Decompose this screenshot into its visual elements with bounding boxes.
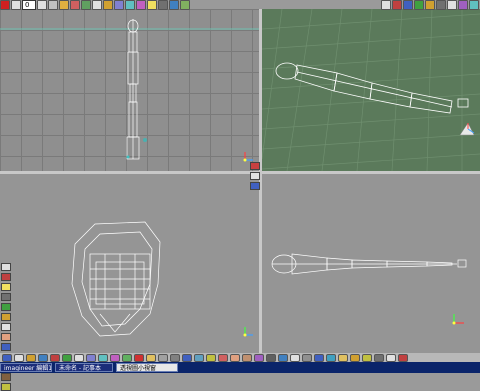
color-icon[interactable] <box>414 0 424 10</box>
taskbar-item-notepad[interactable]: 未命名 - 記事本 <box>55 363 113 372</box>
eye-icon[interactable] <box>92 0 102 10</box>
windows-taskbar: imagineer 編輯1 未命名 - 記事本 透視圖小視窗 <box>0 362 480 373</box>
wireframe-front-view <box>0 19 259 160</box>
open-icon[interactable] <box>26 353 36 362</box>
delete-icon[interactable] <box>134 353 144 362</box>
array-icon[interactable] <box>194 353 204 362</box>
viewport-side[interactable] <box>262 174 480 353</box>
snap-icon[interactable] <box>218 353 228 362</box>
layer-icon[interactable] <box>1 263 11 271</box>
fx-icon[interactable] <box>1 383 11 391</box>
link-icon[interactable] <box>158 353 168 362</box>
perspective-toolbar <box>381 0 480 10</box>
move-icon[interactable] <box>114 0 124 10</box>
camera-icon[interactable] <box>158 0 168 10</box>
texture-icon[interactable] <box>1 313 11 321</box>
view-top-icon[interactable] <box>250 182 260 190</box>
wireframe-top-view <box>71 221 161 337</box>
web-icon[interactable] <box>326 353 336 362</box>
help-icon[interactable] <box>2 353 12 362</box>
view-front-icon[interactable] <box>250 172 260 180</box>
settings-icon[interactable] <box>302 353 312 362</box>
scale-icon[interactable] <box>110 353 120 362</box>
skin-icon[interactable] <box>1 333 11 341</box>
redo-icon[interactable] <box>62 353 72 362</box>
new-icon[interactable] <box>14 353 24 362</box>
undo-icon[interactable] <box>50 353 60 362</box>
record-icon[interactable] <box>0 0 10 10</box>
paint-icon[interactable] <box>254 353 264 362</box>
axis-gizmo-icon[interactable] <box>241 324 255 343</box>
sculpt-icon[interactable] <box>266 353 276 362</box>
pan-icon[interactable] <box>458 0 468 10</box>
bottom-toolbar <box>0 353 480 362</box>
axis-gizmo-icon[interactable] <box>458 121 476 141</box>
stop-icon[interactable] <box>11 0 21 10</box>
frame-field[interactable]: 0 <box>22 0 36 10</box>
viewport-divider-horizontal[interactable] <box>0 171 480 174</box>
light-icon[interactable] <box>147 0 157 10</box>
taskbar-item-preview-window[interactable]: 透視圖小視窗 <box>116 363 178 372</box>
key-icon[interactable] <box>59 0 69 10</box>
rotate-icon[interactable] <box>98 353 108 362</box>
center-view-controls <box>250 162 260 190</box>
render-icon[interactable] <box>278 353 288 362</box>
info-icon[interactable] <box>314 353 324 362</box>
wireframe-perspective-view <box>262 9 480 171</box>
play-icon[interactable] <box>37 0 47 10</box>
select-icon[interactable] <box>74 353 84 362</box>
save-icon[interactable] <box>38 353 48 362</box>
hair-icon[interactable] <box>1 373 11 381</box>
cam-icon[interactable] <box>436 0 446 10</box>
light-icon[interactable] <box>1 283 11 291</box>
tex-icon[interactable] <box>425 0 435 10</box>
exit-icon[interactable] <box>398 353 408 362</box>
layers-icon[interactable] <box>180 0 190 10</box>
render-icon[interactable] <box>381 0 391 10</box>
viewport-top[interactable] <box>0 174 259 353</box>
pencil-icon[interactable] <box>103 0 113 10</box>
viewport-front[interactable] <box>0 9 259 171</box>
scale-icon[interactable] <box>136 0 146 10</box>
group-icon[interactable] <box>146 353 156 362</box>
top-toolbar: 0 <box>0 0 190 10</box>
preview-icon[interactable] <box>290 353 300 362</box>
mirror-icon[interactable] <box>182 353 192 362</box>
move-icon[interactable] <box>86 353 96 362</box>
wireframe-side-view <box>271 253 467 275</box>
folder-icon[interactable] <box>350 353 360 362</box>
orbit-icon[interactable] <box>469 0 479 10</box>
shade-icon[interactable] <box>392 0 402 10</box>
lock-icon[interactable] <box>362 353 372 362</box>
view-swap-icon[interactable] <box>250 162 260 170</box>
magnet-icon[interactable] <box>70 0 80 10</box>
morph-icon[interactable] <box>1 343 11 351</box>
material-icon[interactable] <box>1 303 11 311</box>
rotate-icon[interactable] <box>125 0 135 10</box>
align-icon[interactable] <box>206 353 216 362</box>
mail-icon[interactable] <box>338 353 348 362</box>
wire-icon[interactable] <box>403 0 413 10</box>
zoom-icon[interactable] <box>447 0 457 10</box>
bone-icon[interactable] <box>1 323 11 331</box>
show-icon[interactable] <box>386 353 396 362</box>
add-icon[interactable] <box>122 353 132 362</box>
object-icon[interactable] <box>1 273 11 281</box>
taskbar-item-imagineer[interactable]: imagineer 編輯1 <box>0 363 52 372</box>
grid-icon[interactable] <box>81 0 91 10</box>
rewind-icon[interactable] <box>48 0 58 10</box>
unlink-icon[interactable] <box>170 353 180 362</box>
viewport-perspective[interactable] <box>262 9 480 171</box>
axis-gizmo-icon[interactable] <box>450 311 468 331</box>
face-icon[interactable] <box>230 353 240 362</box>
camera-icon[interactable] <box>1 293 11 301</box>
render-icon[interactable] <box>169 0 179 10</box>
figure-icon[interactable] <box>242 353 252 362</box>
hide-icon[interactable] <box>374 353 384 362</box>
